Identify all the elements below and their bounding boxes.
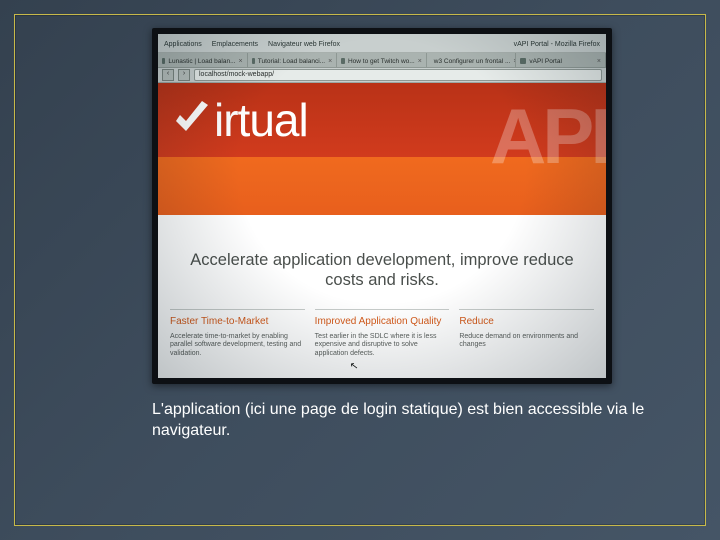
browser-tab[interactable]: Lunastic | Load balan... ×	[158, 53, 248, 67]
slide: Applications Emplacements Navigateur web…	[0, 0, 720, 540]
menu-browser[interactable]: Navigateur web Firefox	[268, 41, 340, 48]
tab-label: w3 Configurer un frontal ...	[434, 58, 511, 65]
menu-applications[interactable]: Applications	[164, 41, 202, 48]
forward-button[interactable]: ›	[178, 69, 190, 81]
screenshot-photo: Applications Emplacements Navigateur web…	[152, 28, 612, 384]
tab-label: How to get Twitch wo...	[348, 58, 415, 65]
favicon-icon	[252, 58, 255, 64]
url-input[interactable]: localhost/mock-webapp/	[194, 69, 602, 81]
browser-tab[interactable]: How to get Twitch wo... ×	[337, 53, 427, 67]
feature-column: Reduce Reduce demand on environments and…	[459, 309, 594, 359]
browser-tab[interactable]: vAPI Portal ×	[516, 53, 606, 67]
page-body: Accelerate application development, impr…	[158, 215, 606, 359]
feature-column: Faster Time-to-Market Accelerate time-to…	[170, 309, 305, 359]
logo-api-text: API	[490, 91, 606, 182]
tab-label: Lunastic | Load balan...	[168, 58, 235, 65]
os-menubar: Applications Emplacements Navigateur web…	[158, 34, 606, 53]
window-title: vAPI Portal - Mozilla Firefox	[514, 41, 600, 48]
banner-top-strip: irtual API	[158, 83, 606, 157]
back-button[interactable]: ‹	[162, 69, 174, 81]
hero-headline: Accelerate application development, impr…	[158, 237, 606, 309]
column-body: Reduce demand on environments and change…	[459, 333, 594, 351]
browser-tab[interactable]: Tutorial: Load balanci... ×	[248, 53, 338, 67]
browser-tab[interactable]: w3 Configurer un frontal ... ×	[427, 53, 517, 67]
hero-banner: irtual API	[158, 83, 606, 215]
screen-contents: Applications Emplacements Navigateur web…	[158, 34, 606, 378]
close-icon[interactable]: ×	[239, 58, 243, 65]
tab-label: vAPI Portal	[529, 58, 562, 65]
feature-columns: Faster Time-to-Market Accelerate time-to…	[158, 309, 606, 359]
favicon-icon	[162, 58, 165, 64]
close-icon[interactable]: ×	[597, 58, 601, 65]
mouse-cursor-icon: ↖	[349, 360, 359, 372]
close-icon[interactable]: ×	[328, 58, 332, 65]
checkmark-icon	[170, 99, 212, 141]
column-body: Accelerate time-to-market by enabling pa…	[170, 333, 305, 359]
feature-column: Improved Application Quality Test earlie…	[315, 309, 450, 359]
tab-label: Tutorial: Load balanci...	[258, 58, 325, 65]
column-title: Reduce	[459, 316, 594, 327]
column-title: Improved Application Quality	[315, 316, 450, 327]
menu-emplacements[interactable]: Emplacements	[212, 41, 258, 48]
column-body: Test earlier in the SDLC where it is les…	[315, 333, 450, 359]
webpage-content: irtual API Accelerate application develo…	[158, 83, 606, 378]
browser-tabstrip: Lunastic | Load balan... × Tutorial: Loa…	[158, 53, 606, 68]
favicon-icon	[520, 58, 526, 64]
column-title: Faster Time-to-Market	[170, 316, 305, 327]
favicon-icon	[341, 58, 345, 64]
logo-text: irtual	[214, 93, 308, 147]
close-icon[interactable]: ×	[418, 58, 422, 65]
slide-caption: L'application (ici une page de login sta…	[152, 400, 662, 442]
address-bar: ‹ › localhost/mock-webapp/	[158, 68, 606, 83]
